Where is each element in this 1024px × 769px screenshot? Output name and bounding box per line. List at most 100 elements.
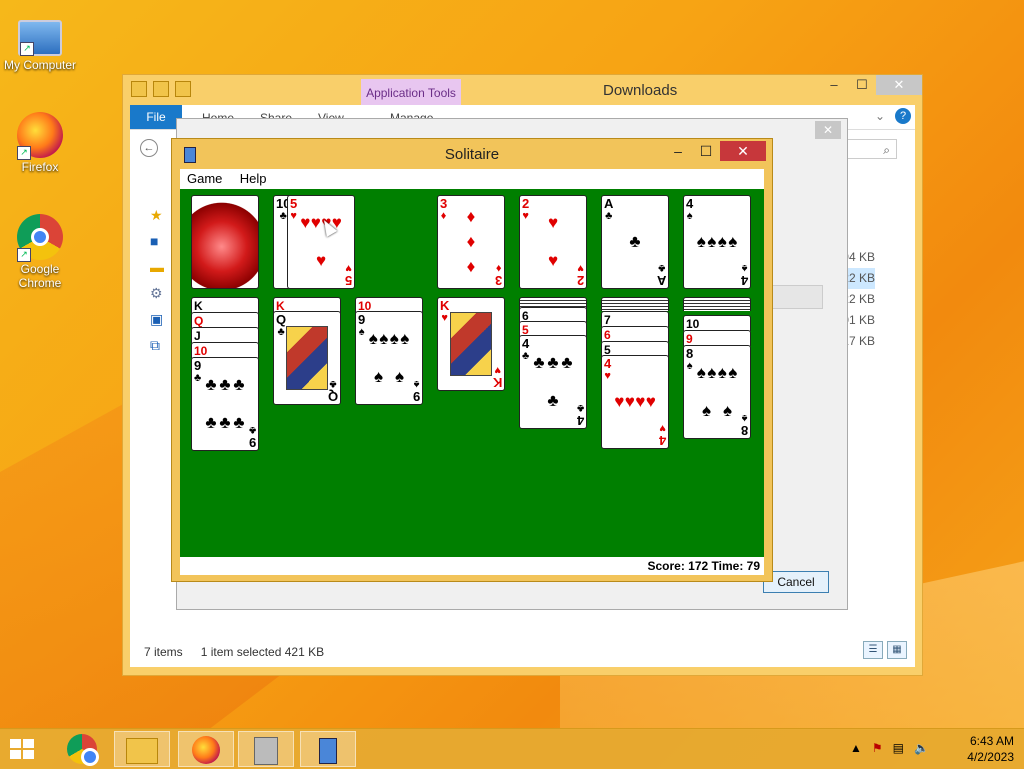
tableau-card[interactable]: 4 ♥ ♥ ♥ ♥ ♥ 4 ♥ (601, 355, 669, 449)
show-hidden-icons-icon[interactable]: ▲ (850, 741, 862, 755)
foundation-pile[interactable]: 3 ♦ ♦ ♦ ♦ 3 ♦ (437, 195, 505, 289)
tableau-card-stub[interactable]: Q (191, 312, 259, 328)
tableau-card[interactable]: Q ♣ Q ♣ (273, 311, 341, 405)
desktop-icon-firefox[interactable]: ↗ Firefox (0, 112, 80, 174)
favorites-star-icon[interactable]: ★ (150, 207, 170, 227)
card-rank: 9 (248, 435, 256, 450)
solitaire-menubar: Game Help (180, 169, 764, 189)
taskbar-file-explorer[interactable] (114, 731, 170, 767)
card-rank: 3 (440, 196, 448, 211)
tableau-card[interactable]: 8 ♠ ♠ ♠ ♠ ♠ ♠ ♠ 8 ♠ (683, 345, 751, 439)
tab-file[interactable]: File (130, 105, 182, 129)
desktop-icon-label: Firefox (21, 160, 59, 174)
card-rank: 4 (658, 433, 666, 448)
card-suit: ♣ (522, 350, 530, 362)
action-center-icon[interactable]: ⚑ (872, 741, 883, 755)
tableau-card-stub[interactable]: K (191, 297, 259, 313)
taskbar-app[interactable] (238, 731, 294, 767)
card-rank: 9 (412, 389, 420, 404)
close-button[interactable]: ✕ (720, 141, 766, 161)
card-rank: Q (276, 312, 287, 327)
computer-nav-icon[interactable]: ▣ (150, 311, 170, 331)
tableau-card-stub[interactable]: 10 (683, 315, 751, 331)
recycle-bin-icon (254, 737, 278, 765)
solitaire-app-icon (319, 738, 337, 764)
desktop-icon-label: My Computer (3, 58, 77, 72)
card-rank: A (656, 273, 666, 288)
foundation-pile[interactable]: 2 ♥ ♥ ♥ 2 ♥ (519, 195, 587, 289)
card-rank: 9 (194, 358, 202, 373)
item-count: 7 items (144, 645, 183, 659)
system-tray: ▲ ⚑ ▤ 🔈 (850, 741, 929, 755)
tableau-card-stub[interactable]: 9 (683, 330, 751, 346)
card-suit: ♠ (741, 262, 748, 274)
facedown-card-stack (601, 297, 669, 311)
card-suit: ♣ (657, 262, 665, 274)
waste-card[interactable]: 5 ♥ ♥ ♥ ♥ ♥ ♥ 5 ♥ (287, 195, 355, 289)
minimize-button[interactable]: – (664, 141, 692, 161)
large-icons-view-icon[interactable]: ▦ (887, 641, 907, 659)
homegroup-nav-icon[interactable]: ⚙ (150, 285, 170, 305)
stock-pile[interactable] (191, 195, 259, 289)
view-toggle: ☰ ▦ (863, 641, 907, 659)
tableau-card[interactable]: 9 ♠ ♠ ♠ ♠ ♠ ♠ ♠ 9 ♠ (355, 311, 423, 405)
tableau-card-stub[interactable]: J (191, 327, 259, 343)
volume-icon[interactable]: 🔈 (914, 741, 929, 755)
card-suit: ♥ (659, 422, 666, 434)
menu-help[interactable]: Help (233, 169, 274, 188)
tableau-card[interactable]: 9 ♣ ♣ ♣ ♣ ♣ ♣ ♣ 9 ♣ (191, 357, 259, 451)
new-folder-icon[interactable] (175, 81, 191, 97)
menu-game[interactable]: Game (180, 169, 229, 188)
card-rank: K (440, 298, 450, 313)
tableau-card-stub[interactable]: 10 (191, 342, 259, 358)
properties-icon[interactable] (153, 81, 169, 97)
desktop-icon-chrome[interactable]: ↗ Google Chrome (0, 214, 80, 290)
details-view-icon[interactable]: ☰ (863, 641, 883, 659)
solitaire-window: Solitaire – ☐ ✕ Game Help 10 ♣ 5 ♥ ♥ ♥ ♥ ♥ ♥ 5… (171, 138, 773, 582)
card-suit: ♠ (358, 326, 365, 338)
tableau-card-stub[interactable]: 7 (601, 311, 669, 327)
dialog-close-button[interactable]: ✕ (815, 121, 841, 139)
card-suit: ♠ (686, 210, 693, 222)
card-rank: 4 (740, 273, 748, 288)
solitaire-status-bar: Score: 172 Time: 79 (180, 557, 764, 575)
card-suit: ♠ (413, 378, 420, 390)
application-tools-label: Application Tools (361, 79, 461, 105)
minimize-button[interactable]: – (820, 75, 848, 95)
card-suit: ♦ (495, 262, 502, 274)
queen-face-art (286, 326, 328, 390)
desktop-icon-my-computer[interactable]: ↗ My Computer (0, 12, 80, 72)
ribbon-expand-icon[interactable]: ⌄ (875, 109, 885, 123)
close-button[interactable]: ✕ (876, 75, 922, 95)
tableau-card[interactable]: 4 ♣ ♣ ♣ ♣ ♣ 4 ♣ (519, 335, 587, 429)
tableau-card[interactable]: K ♥ K ♥ (437, 297, 505, 391)
card-rank: 8 (686, 346, 694, 361)
taskbar-firefox[interactable] (178, 731, 234, 767)
game-board: 10 ♣ 5 ♥ ♥ ♥ ♥ ♥ ♥ 5 ♥ 3 ♦ ♦ ♦ ♦ 3 ♦ 2 ♥ ♥ ♥ 2 ♥ A ♣ ♣ … (180, 189, 764, 557)
clock[interactable]: 6:43 AM 4/2/2023 (967, 733, 1014, 765)
network-nav-icon[interactable]: ⧉ (150, 337, 170, 357)
back-arrow-icon[interactable]: ← (140, 139, 158, 157)
taskbar: ▲ ⚑ ▤ 🔈 6:43 AM 4/2/2023 (0, 728, 1024, 769)
help-icon[interactable]: ? (895, 108, 911, 124)
taskbar-chrome[interactable] (54, 731, 110, 767)
card-rank: K (492, 375, 502, 390)
card-suit: ♥ (441, 312, 448, 324)
card-suit: ♥ (494, 364, 501, 376)
maximize-button[interactable]: ☐ (692, 141, 720, 161)
folder-icon[interactable] (131, 81, 147, 97)
score-time-label: Score: 172 Time: 79 (647, 559, 760, 573)
start-button[interactable] (10, 739, 36, 761)
foundation-pile[interactable]: A ♣ ♣ A ♣ (601, 195, 669, 289)
search-input[interactable]: ⌕ (841, 139, 897, 159)
navigation-pane: ★ ■ ▬ ⚙ ▣ ⧉ (150, 207, 170, 363)
desktop-nav-icon[interactable]: ■ (150, 233, 170, 253)
tableau-card-stub[interactable]: 6 (601, 326, 669, 342)
taskbar-solitaire[interactable] (300, 731, 356, 767)
maximize-button[interactable]: ☐ (848, 75, 876, 95)
card-suit: ♣ (277, 326, 285, 338)
card-suit: ♥ (577, 262, 584, 274)
network-icon[interactable]: ▤ (893, 741, 904, 755)
foundation-pile[interactable]: 4 ♠ ♠ ♠ ♠ ♠ 4 ♠ (683, 195, 751, 289)
libraries-nav-icon[interactable]: ▬ (150, 259, 170, 279)
